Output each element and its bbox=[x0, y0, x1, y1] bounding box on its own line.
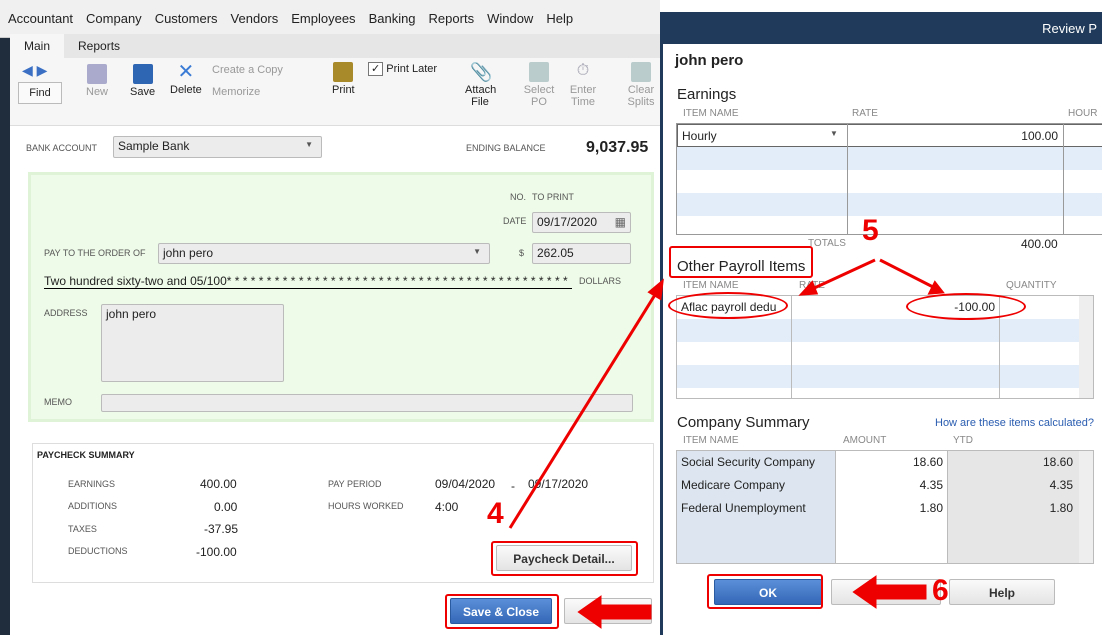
arrow-ok bbox=[852, 575, 927, 609]
annotation-arrows bbox=[508, 258, 945, 629]
arrow-save bbox=[577, 595, 652, 629]
arrow-5a bbox=[809, 258, 876, 292]
arrow-4 bbox=[508, 289, 660, 529]
arrow-5b bbox=[879, 258, 936, 290]
